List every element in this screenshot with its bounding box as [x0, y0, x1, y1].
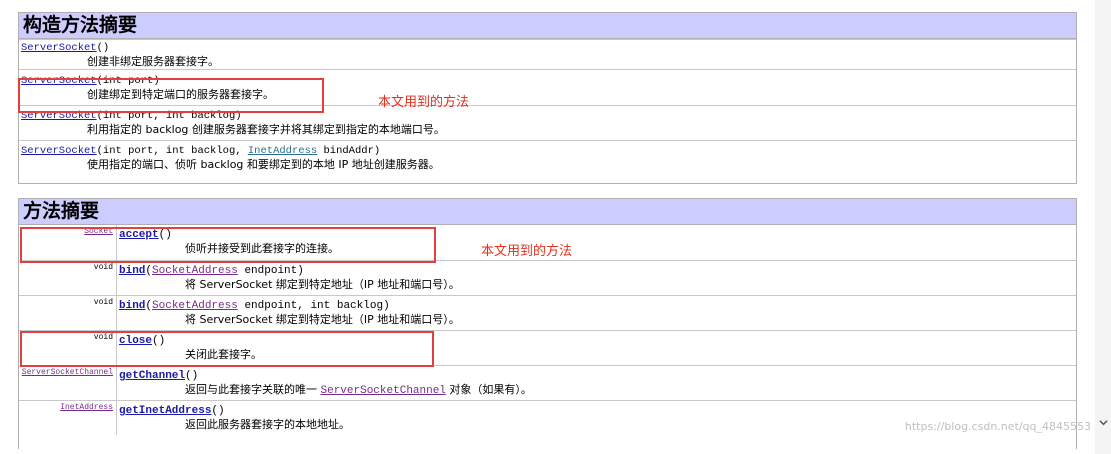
constructor-description: 利用指定的 backlog 创建服务器套接字并将其绑定到指定的本地端口号。 — [87, 123, 445, 136]
method-return-type-link[interactable]: ServerSocketChannel — [19, 368, 113, 377]
socketaddress-link[interactable]: SocketAddress — [152, 300, 238, 312]
method-name-link[interactable]: bind — [119, 300, 145, 312]
close-highlight-box — [20, 331, 434, 367]
constructor-highlight-box — [18, 78, 324, 113]
socketaddress-link[interactable]: SocketAddress — [152, 265, 238, 277]
constructor-summary-title: 构造方法摘要 — [19, 13, 1076, 39]
vertical-scrollbar[interactable] — [1095, 0, 1111, 454]
method-row: void bind(SocketAddress endpoint, int ba… — [19, 295, 1076, 330]
constructor-row: ServerSocket() 创建非绑定服务器套接字。 — [19, 39, 1076, 69]
constructor-description: 使用指定的端口、侦听 backlog 和要绑定到的本地 IP 地址创建服务器。 — [87, 158, 440, 171]
method-return-type: void — [93, 263, 113, 272]
method-description: 返回此服务器套接字的本地地址。 — [185, 418, 350, 431]
watermark: https://blog.csdn.net/qq_4845553 — [904, 420, 1091, 433]
method-name-link[interactable]: getInetAddress — [119, 405, 211, 417]
method-name-link[interactable]: getChannel — [119, 370, 185, 382]
inetaddress-link[interactable]: InetAddress — [248, 145, 317, 157]
method-summary-title: 方法摘要 — [19, 199, 1076, 225]
method-return-type: void — [93, 298, 113, 307]
method-description: 将 ServerSocket 绑定到特定地址（IP 地址和端口号）。 — [185, 278, 460, 291]
accept-highlight-box — [20, 227, 436, 263]
method-row: void bind(SocketAddress endpoint) 将 Serv… — [19, 260, 1076, 295]
chevron-down-icon[interactable] — [1099, 418, 1108, 427]
accept-annotation: 本文用到的方法 — [481, 244, 573, 259]
constructor-link[interactable]: ServerSocket — [21, 42, 97, 54]
constructor-annotation: 本文用到的方法 — [378, 95, 470, 110]
constructor-description: 创建非绑定服务器套接字。 — [87, 55, 219, 68]
method-description: 将 ServerSocket 绑定到特定地址（IP 地址和端口号）。 — [185, 313, 460, 326]
method-description: 返回与此套接字关联的唯一 ServerSocketChannel 对象（如果有）… — [185, 383, 532, 397]
method-name-link[interactable]: bind — [119, 265, 145, 277]
constructor-link[interactable]: ServerSocket — [21, 145, 97, 157]
serversocketchannel-link[interactable]: ServerSocketChannel — [321, 385, 446, 397]
constructor-row: ServerSocket(int port, int backlog, Inet… — [19, 140, 1076, 178]
method-return-type-link[interactable]: InetAddress — [19, 403, 113, 412]
method-row: ServerSocketChannel getChannel() 返回与此套接字… — [19, 365, 1076, 400]
